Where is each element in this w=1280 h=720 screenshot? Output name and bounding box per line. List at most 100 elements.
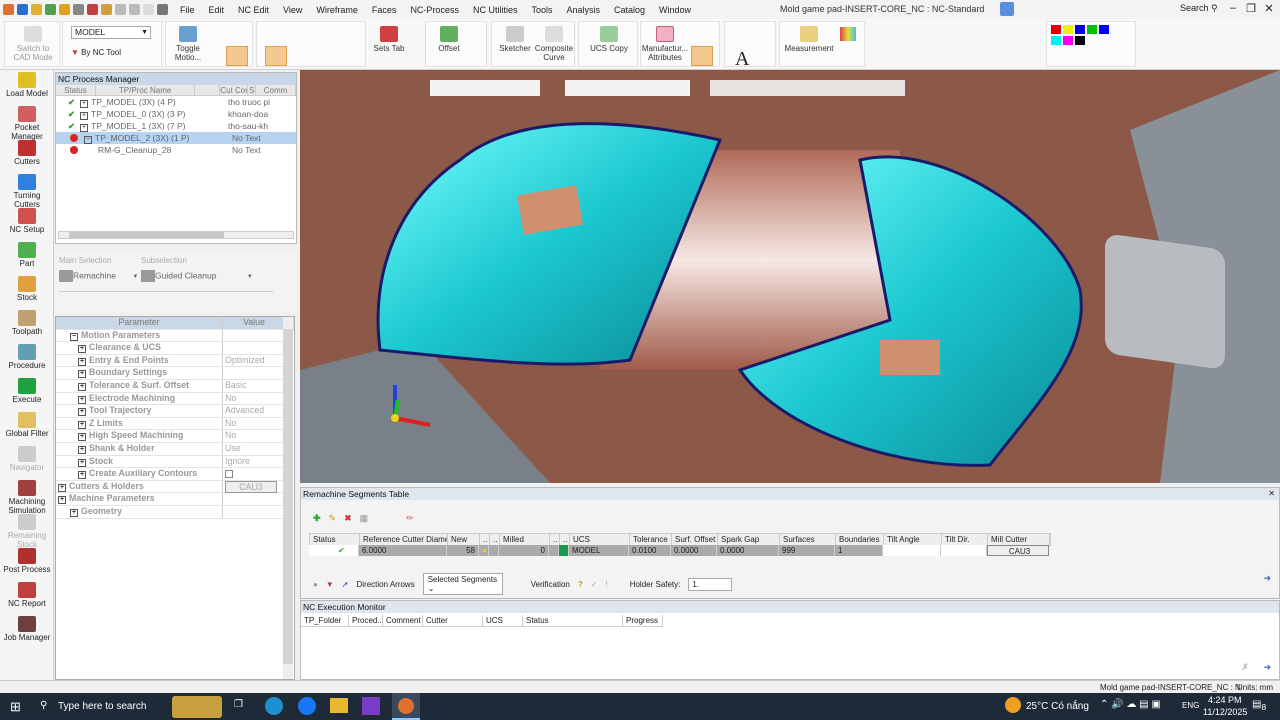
add-segment-icon[interactable]: ✚ — [313, 513, 321, 524]
parameter-row[interactable]: + Stock Ignore — [56, 455, 294, 469]
parameter-row[interactable]: + Electrode Machining No — [56, 392, 294, 406]
weather-text[interactable]: 25°C Có nắng — [1026, 701, 1089, 712]
sets-tab-button[interactable]: Sets Tab — [369, 26, 409, 53]
edit-segment-icon[interactable]: ✎ — [329, 513, 337, 524]
layout-icon[interactable] — [1000, 2, 1014, 16]
edge-icon[interactable] — [265, 697, 283, 715]
parameter-checkbox[interactable] — [225, 470, 233, 479]
parameter-row[interactable]: + Create Auxiliary Contours — [56, 468, 294, 481]
expand-icon[interactable]: + — [78, 370, 86, 379]
expand-icon[interactable]: + — [80, 99, 88, 108]
horizontal-scrollbar[interactable] — [58, 231, 294, 239]
verify-check-icon[interactable]: ✓ — [591, 580, 598, 589]
subselection-dropdown[interactable]: Guided Cleanup ▼ — [141, 270, 253, 282]
cimatron-taskbar-button[interactable] — [392, 693, 420, 720]
verify-alert-icon[interactable]: ! — [605, 580, 607, 589]
model-select[interactable]: MODEL ▼ — [71, 26, 151, 39]
column-header[interactable]: Cutter — [423, 615, 483, 626]
regen-icon[interactable] — [143, 4, 154, 15]
parameter-row[interactable]: + Machine Parameters — [56, 493, 294, 506]
color-swatch[interactable] — [1063, 25, 1073, 34]
clear-icon[interactable]: ✗ — [1241, 662, 1249, 673]
leftbar-pocket-manager-button[interactable]: Pocket Manager — [0, 106, 54, 141]
color-swatch[interactable] — [1075, 36, 1085, 45]
column-name[interactable]: TP/Proc Name — [96, 85, 196, 95]
leftbar-nc-setup-button[interactable]: NC Setup — [0, 208, 54, 240]
collapse-icon[interactable]: − — [70, 332, 78, 341]
column-header[interactable]: Tilt Angle — [884, 534, 942, 545]
process-row[interactable]: RM-G_Cleanup_28 No Text — [56, 144, 296, 156]
column-header[interactable]: .. — [490, 534, 500, 545]
column-header[interactable]: Proced... — [349, 615, 383, 626]
menu-tools[interactable]: Tools — [531, 5, 552, 15]
leftbar-cutters-button[interactable]: Cutters — [0, 140, 54, 172]
parameter-row[interactable]: + Entry & End Points Optimized — [56, 354, 294, 368]
expand-icon[interactable]: + — [78, 420, 86, 429]
visual-studio-icon[interactable] — [362, 697, 380, 715]
leftbar-machining-simulation-button[interactable]: Machining Simulation — [0, 480, 54, 515]
expand-icon[interactable]: + — [80, 111, 88, 120]
process-row[interactable]: ✔ + TP_MODEL_0 (3X) (3 P) khoan-doa — [56, 108, 296, 120]
parameter-row[interactable]: − Motion Parameters — [56, 329, 294, 343]
column-header[interactable]: Comment — [383, 615, 423, 626]
menu-file[interactable]: File — [180, 5, 195, 15]
leftbar-stock-button[interactable]: Stock — [0, 276, 54, 308]
column-header[interactable]: Reference Cutter Diameter — [360, 534, 448, 545]
color-swatch[interactable] — [1087, 25, 1097, 34]
expand-icon[interactable]: + — [78, 433, 86, 442]
column-header[interactable]: Surf. Offset — [672, 534, 718, 545]
parameter-row[interactable]: + Tool Trajectory Advanced — [56, 405, 294, 418]
collapse-icon[interactable]: − — [84, 135, 92, 144]
leftbar-nc-report-button[interactable]: NC Report — [0, 582, 54, 614]
expand-icon[interactable]: + — [78, 458, 86, 467]
column-header[interactable]: UCS — [483, 615, 523, 626]
windows-start-icon[interactable]: ⊞ — [10, 699, 21, 715]
report-icon[interactable] — [87, 4, 98, 15]
menu-nc-utilities[interactable]: NC Utilities — [473, 5, 518, 15]
process-row[interactable]: − TP_MODEL_2 (3X) (1 P) No Text — [56, 132, 296, 144]
column-icon[interactable] — [195, 85, 221, 95]
exit-icon[interactable]: ➜ — [1263, 573, 1271, 584]
segments-table-row[interactable]: ✔ 6.0000 58 ● 0 MODEL 0.0100 0.0000 0.0000 999 1 CA… — [309, 545, 1049, 556]
clock-date[interactable]: 11/12/2025 — [1203, 707, 1247, 717]
curvature-icon[interactable] — [840, 27, 856, 41]
display-toolbar[interactable] — [565, 80, 690, 96]
folder-icon[interactable] — [101, 4, 112, 15]
vertical-scrollbar[interactable] — [283, 317, 293, 679]
parameter-row[interactable]: + Z Limits No — [56, 417, 294, 431]
column-header[interactable]: TP_Folder — [301, 615, 349, 626]
offset-button[interactable]: Offset — [432, 26, 466, 53]
save-icon[interactable] — [17, 4, 28, 15]
column-header[interactable]: Spark Gap — [718, 534, 780, 545]
exit-icon[interactable]: ➜ — [1263, 662, 1271, 673]
expand-icon[interactable]: + — [78, 445, 86, 454]
parameter-row[interactable]: + Clearance & UCS — [56, 342, 294, 355]
menu-wireframe[interactable]: Wireframe — [316, 5, 358, 15]
load-icon[interactable] — [45, 4, 56, 15]
main-selection-dropdown[interactable]: Remachine ▼ — [59, 270, 138, 282]
direction-icon[interactable]: ➚ — [342, 580, 349, 589]
undo-icon[interactable] — [115, 4, 126, 15]
parameter-row[interactable]: + Boundary Settings — [56, 367, 294, 380]
restore-button[interactable]: ❐ — [1242, 2, 1260, 15]
column-header[interactable]: Status — [523, 615, 623, 626]
column-status[interactable]: Status — [56, 85, 96, 95]
part-icon[interactable] — [59, 4, 70, 15]
ucs-copy-button[interactable]: UCS Copy — [585, 26, 633, 53]
segment-options-icon[interactable]: ▦ — [360, 513, 369, 524]
list-icon[interactable] — [157, 4, 168, 15]
mold-model-view[interactable] — [300, 70, 1280, 483]
switch-to-cad-button[interactable]: Switch to CAD Mode — [9, 26, 57, 62]
expand-icon[interactable]: + — [78, 408, 86, 417]
column-header[interactable]: Status — [310, 534, 360, 545]
menu-faces[interactable]: Faces — [372, 5, 397, 15]
column-header[interactable]: UCS — [570, 534, 630, 545]
view-toolbar[interactable] — [430, 80, 540, 96]
column-header[interactable]: Milled — [500, 534, 550, 545]
search-box[interactable]: Search ⚲ — [1180, 3, 1218, 14]
expand-icon[interactable]: + — [80, 123, 88, 132]
view-icon[interactable] — [73, 4, 84, 15]
text-icon[interactable]: A — [735, 48, 749, 71]
pencil-icon[interactable]: ✏ — [406, 513, 414, 524]
parameter-row[interactable]: + High Speed Machining No — [56, 430, 294, 443]
